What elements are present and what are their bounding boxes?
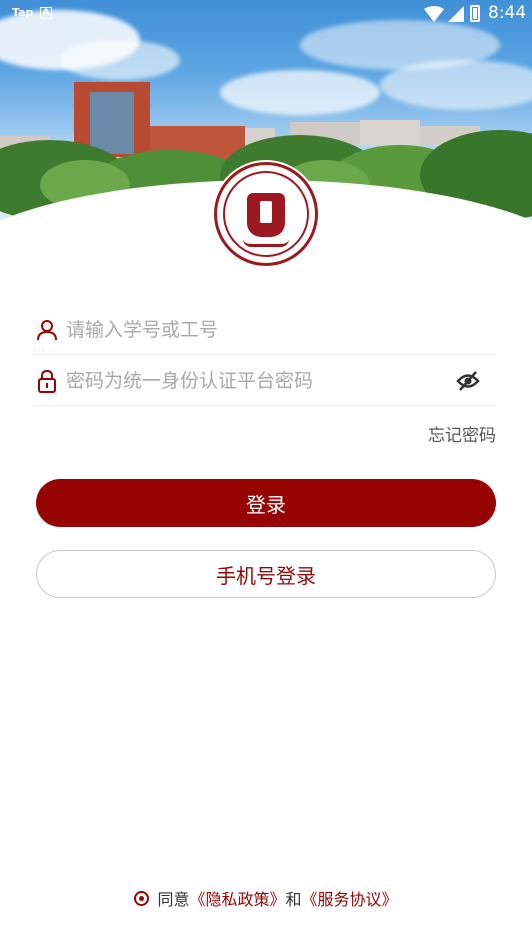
notification-a-icon: A — [40, 7, 52, 19]
tap-indicator: Tap — [12, 6, 34, 19]
password-field — [34, 356, 496, 406]
eye-off-icon[interactable] — [456, 370, 480, 392]
username-field — [34, 305, 496, 355]
agree-and: 和 — [285, 890, 302, 909]
agreement: 同意 《隐私政策》 和 《服务协议》 — [0, 886, 532, 910]
username-input[interactable] — [66, 318, 496, 341]
password-input[interactable] — [66, 369, 496, 392]
privacy-policy-link[interactable]: 《隐私政策》 — [189, 886, 285, 910]
phone-login-button[interactable]: 手机号登录 — [36, 550, 496, 598]
forgot-password-link[interactable]: 忘记密码 — [428, 421, 496, 446]
agree-prefix: 同意 — [157, 890, 190, 909]
lock-icon — [36, 369, 58, 393]
agree-radio[interactable] — [134, 890, 150, 906]
signal-icon — [448, 6, 464, 22]
clock: 8:44 — [488, 3, 527, 23]
service-agreement-link[interactable]: 《服务协议》 — [302, 886, 398, 910]
user-icon — [36, 318, 58, 342]
status-bar: Tap A 8:44 — [0, 0, 532, 28]
wifi-icon — [424, 6, 444, 22]
battery-icon — [470, 5, 480, 22]
university-logo — [214, 162, 318, 266]
login-button[interactable]: 登录 — [36, 479, 496, 527]
